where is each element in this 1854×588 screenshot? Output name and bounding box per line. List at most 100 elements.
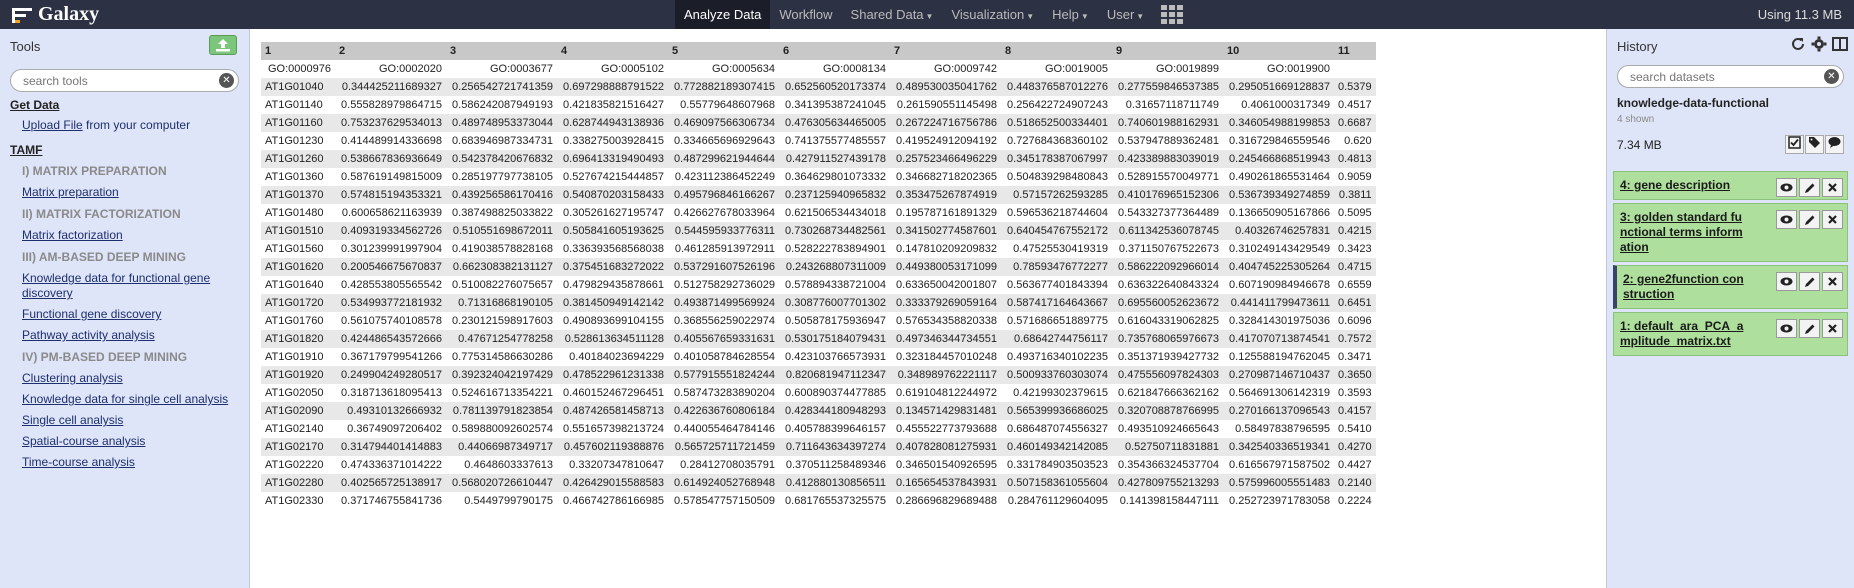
pencil-icon[interactable] <box>1799 272 1820 291</box>
gear-icon[interactable] <box>1811 36 1827 52</box>
value-cell: 0.284761129604095 <box>1001 492 1112 510</box>
tool-link[interactable]: Time-course analysis <box>22 455 249 470</box>
tool-link[interactable]: Clustering analysis <box>22 371 249 386</box>
dataset-search-input[interactable] <box>1617 65 1844 88</box>
eye-icon[interactable] <box>1776 210 1797 229</box>
nav-item[interactable]: Shared Data ▼ <box>842 0 943 29</box>
dataset-title[interactable]: 1: default_ara_PCA_amplitude_matrix.txt <box>1620 319 1747 349</box>
tool-section-label: III) AM-BASED DEEP MINING <box>22 250 187 264</box>
value-cell: 0.410176965152306 <box>1112 186 1223 204</box>
value-cell: 0.528613634511128 <box>557 330 668 348</box>
nav-item[interactable]: Workflow <box>770 0 841 29</box>
nav-item[interactable]: Help ▼ <box>1043 0 1098 29</box>
refresh-icon[interactable] <box>1790 36 1806 52</box>
history-dataset[interactable]: 2: gene2function construction <box>1613 265 1848 309</box>
tool-link[interactable]: Single cell analysis <box>22 413 249 428</box>
pencil-icon[interactable] <box>1799 210 1820 229</box>
value-cell: 0.428344180948293 <box>779 402 890 420</box>
history-dataset[interactable]: 1: default_ara_PCA_amplitude_matrix.txt <box>1613 312 1848 356</box>
eye-icon[interactable] <box>1776 272 1797 291</box>
value-cell: 0.555828979864715 <box>335 96 446 114</box>
value-cell: 0.683946987334731 <box>446 132 557 150</box>
nav-item[interactable]: User ▼ <box>1098 0 1153 29</box>
go-term-header: GO:0005634 <box>668 60 779 78</box>
value-cell: 0.3471 <box>1334 348 1376 366</box>
column-number: 8 <box>1001 42 1112 60</box>
tool-link[interactable]: Matrix factorization <box>22 228 249 243</box>
value-cell: 0.495796846166267 <box>668 186 779 204</box>
value-cell: 0.489530035041762 <box>890 78 1001 96</box>
history-dataset[interactable]: 4: gene description <box>1613 171 1848 200</box>
value-cell: 0.686487074556327 <box>1001 420 1112 438</box>
value-cell: 0.561075740108578 <box>335 312 446 330</box>
gene-id-cell: AT1G02330 <box>261 492 335 510</box>
value-cell: 0.36749097206402 <box>335 420 446 438</box>
tags-icon[interactable] <box>1805 135 1824 154</box>
value-cell: 0.518652500334401 <box>1001 114 1112 132</box>
tool-link[interactable]: Functional gene discovery <box>22 307 249 322</box>
delete-icon[interactable] <box>1822 210 1843 229</box>
pencil-icon[interactable] <box>1799 178 1820 197</box>
shown-count: 4 shown <box>1617 114 1655 125</box>
value-cell: 0.47671254778258 <box>446 330 557 348</box>
nav-item[interactable]: Analyze Data <box>675 0 771 29</box>
value-cell: 0.277559846537385 <box>1112 78 1223 96</box>
value-cell: 0.342540336519341 <box>1223 438 1334 456</box>
clear-search-icon[interactable]: ✕ <box>219 73 234 88</box>
history-name[interactable]: knowledge-data-functional <box>1617 96 1844 110</box>
value-cell: 0.249904249280517 <box>335 366 446 384</box>
value-cell: 0.310249143429549 <box>1223 240 1334 258</box>
nav-item-label: Shared Data <box>850 7 924 22</box>
tool-link[interactable]: Matrix preparation <box>22 185 249 200</box>
value-cell: 0.449380053171099 <box>890 258 1001 276</box>
value-cell: 0.2140 <box>1334 474 1376 492</box>
tool-link[interactable]: Pathway activity analysis <box>22 328 249 343</box>
value-cell: 0.448376587012276 <box>1001 78 1112 96</box>
value-cell: 0.427911527439178 <box>779 150 890 168</box>
delete-icon[interactable] <box>1822 319 1843 338</box>
value-cell: 0.596536218744604 <box>1001 204 1112 222</box>
dataset-title[interactable]: 3: golden standard functional terms info… <box>1620 210 1747 255</box>
tool-link[interactable]: Spatial-course analysis <box>22 434 249 449</box>
eye-icon[interactable] <box>1776 319 1797 338</box>
dataset-title[interactable]: 2: gene2function construction <box>1623 272 1747 302</box>
annotation-icon[interactable] <box>1825 135 1844 154</box>
columns-icon[interactable] <box>1832 36 1848 52</box>
pencil-icon[interactable] <box>1799 319 1820 338</box>
delete-icon[interactable] <box>1822 178 1843 197</box>
section-tamf[interactable]: TAMF <box>10 143 249 157</box>
value-cell: 0.195787161891329 <box>890 204 1001 222</box>
value-cell: 0.4715 <box>1334 258 1376 276</box>
tool-link[interactable]: Knowledge data for single cell analysis <box>22 392 249 407</box>
upload-file-tool[interactable]: Upload File from your computer <box>22 118 249 133</box>
table-row: AT1G01760 0.561075740108578 0.230121598917… <box>261 312 1376 330</box>
tool-search-input[interactable] <box>10 69 239 92</box>
eye-icon[interactable] <box>1776 178 1797 197</box>
select-items-icon[interactable] <box>1785 135 1804 154</box>
dataset-title[interactable]: 4: gene description <box>1620 178 1747 193</box>
tool-section-label: IV) PM-BASED DEEP MINING <box>22 350 188 364</box>
upload-file-link[interactable]: Upload File <box>22 118 83 132</box>
gene-id-cell: AT1G02050 <box>261 384 335 402</box>
history-dataset[interactable]: 3: golden standard functional terms info… <box>1613 203 1848 262</box>
value-cell: 0.476305634465005 <box>779 114 890 132</box>
apps-grid-icon[interactable] <box>1161 5 1184 24</box>
value-cell: 0.423389883039019 <box>1112 150 1223 168</box>
upload-button[interactable] <box>209 35 237 55</box>
column-number-row: 1 2 3 4 5 6 7 8 9 10 11 <box>261 42 1376 60</box>
value-cell: 0.696413319490493 <box>557 150 668 168</box>
value-cell: 0.9059 <box>1334 168 1376 186</box>
value-cell: 0.5095 <box>1334 204 1376 222</box>
tool-link[interactable]: Knowledge data for functional gene disco… <box>22 271 249 301</box>
galaxy-brand[interactable]: Galaxy <box>12 0 99 29</box>
value-cell: 0.574815194353321 <box>335 186 446 204</box>
delete-icon[interactable] <box>1822 272 1843 291</box>
nav-item[interactable]: Visualization ▼ <box>942 0 1043 29</box>
table-row: AT1G01140 0.555828979864715 0.586242087949… <box>261 96 1376 114</box>
clear-dataset-search-icon[interactable]: ✕ <box>1824 69 1839 84</box>
value-cell: 0.540870203158433 <box>557 186 668 204</box>
value-cell: 0.4215 <box>1334 222 1376 240</box>
section-get-data[interactable]: Get Data <box>10 98 249 112</box>
value-cell: 0.165654537843931 <box>890 474 1001 492</box>
value-cell: 0.735768065976673 <box>1112 330 1223 348</box>
